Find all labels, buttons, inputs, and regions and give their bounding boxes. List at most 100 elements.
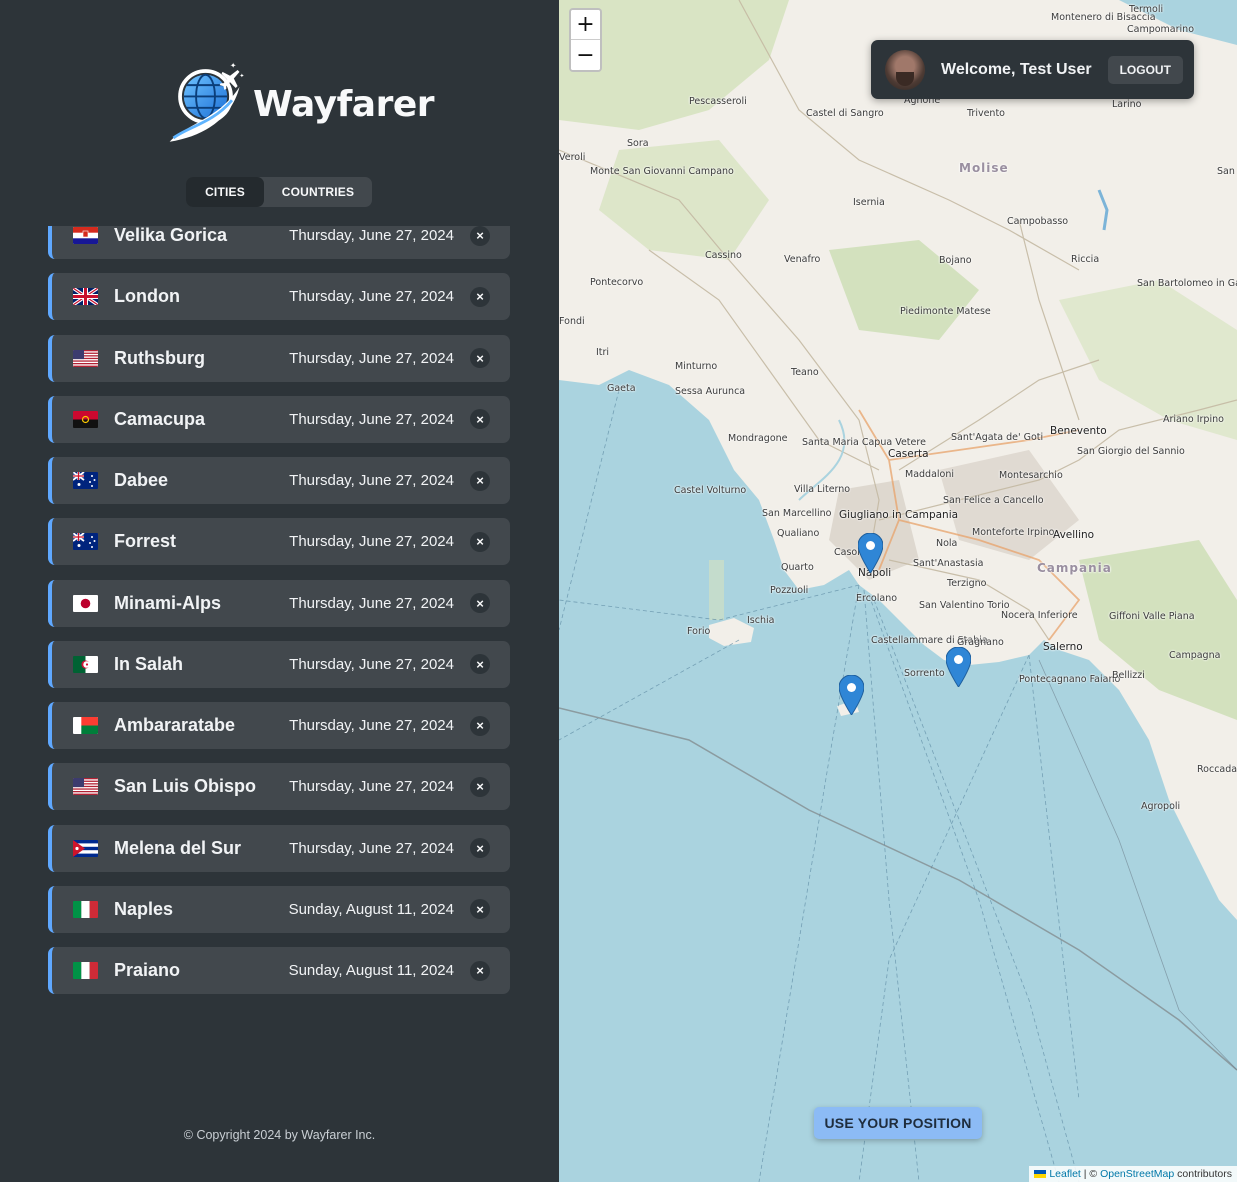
map-place-label: Fondi [559, 316, 585, 327]
map-place-label: Piedimonte Matese [900, 306, 991, 317]
tab-countries[interactable]: COUNTRIES [264, 177, 372, 207]
delete-city-button[interactable]: × [470, 531, 490, 552]
delete-city-button[interactable]: × [470, 409, 490, 430]
flag-icon [73, 472, 98, 489]
map-place-label: Roccadaspide [1197, 764, 1237, 775]
city-date: Sunday, August 11, 2024 [288, 900, 454, 918]
city-item[interactable]: San Luis Obispo Thursday, June 27, 2024 × [48, 763, 510, 811]
city-name: Ruthsburg [114, 347, 205, 368]
city-date: Thursday, June 27, 2024 [289, 349, 454, 367]
flag-icon [73, 900, 98, 918]
map-place-label: Riccia [1071, 254, 1100, 265]
map-attribution: Leaflet | © OpenStreetMap contributors [1029, 1166, 1237, 1182]
map-place-label: Qualiano [777, 528, 820, 539]
globe-logo-icon: ✦ ✦ [169, 61, 244, 142]
city-name: Melena del Sur [114, 837, 242, 858]
map-place-label: Terzigno [947, 578, 987, 589]
delete-city-button[interactable]: × [470, 776, 490, 797]
flag-icon [73, 227, 98, 244]
tab-cities[interactable]: CITIES [186, 177, 264, 207]
city-name: London [114, 286, 180, 307]
city-item[interactable]: Praiano Sunday, August 11, 2024 × [48, 947, 510, 994]
map-place-label: Castel Volturno [674, 485, 747, 496]
city-item[interactable]: Velika Gorica Thursday, June 27, 2024 × [48, 226, 510, 259]
city-date: Thursday, June 27, 2024 [289, 839, 454, 857]
map-place-label: Benevento [1050, 425, 1107, 437]
flag-icon [73, 533, 98, 551]
flag-icon [73, 839, 98, 857]
city-item[interactable]: Camacupa Thursday, June 27, 2024 × [48, 395, 510, 443]
city-name: In Salah [114, 653, 184, 674]
city-item[interactable]: Naples Sunday, August 11, 2024 × [48, 885, 510, 933]
delete-city-button[interactable]: × [470, 348, 490, 368]
city-date: Thursday, June 27, 2024 [289, 288, 454, 306]
map-place-label: Larino [1112, 99, 1142, 110]
delete-city-button[interactable]: × [470, 899, 490, 920]
map-place-label: Campomarino [1127, 24, 1195, 35]
city-item[interactable]: Ruthsburg Thursday, June 27, 2024 × [48, 334, 510, 382]
city-item[interactable]: Ambararatabe Thursday, June 27, 2024 × [48, 702, 510, 749]
delete-city-button[interactable]: × [470, 838, 490, 858]
map-place-label: San Marcellino [762, 508, 832, 519]
city-item[interactable]: Dabee Thursday, June 27, 2024 × [48, 457, 510, 504]
city-date: Thursday, June 27, 2024 [289, 594, 454, 612]
flag-icon [73, 717, 98, 734]
city-list-viewport[interactable]: Velika Gorica Thursday, June 27, 2024 × Lon… [48, 226, 510, 1006]
map-place-label: Molise [959, 161, 1009, 175]
leaflet-link[interactable]: Leaflet [1049, 1168, 1081, 1180]
logout-button[interactable]: LOGOUT [1107, 55, 1183, 84]
map-place-label: Pontecagnano Faiano [1019, 674, 1121, 685]
city-date: Thursday, June 27, 2024 [289, 227, 454, 244]
map-place-label: Quarto [781, 562, 814, 573]
city-item[interactable]: In Salah Thursday, June 27, 2024 × [48, 640, 510, 688]
map-place-label: Sessa Aurunca [675, 386, 746, 397]
city-name: Minami-Alps [114, 592, 222, 613]
delete-city-button[interactable]: × [470, 960, 490, 981]
city-name: Praiano [114, 960, 181, 980]
map-place-label: Venafro [784, 254, 821, 265]
app-logo[interactable]: ✦ ✦ Wayfarer [164, 54, 434, 154]
map-marker-capri[interactable] [839, 675, 864, 715]
map-place-label: Monteforte Irpino [972, 527, 1055, 538]
map-marker-praiano[interactable] [946, 647, 971, 687]
user-card: Welcome, Test User LOGOUT [871, 40, 1194, 99]
map-place-label: Sorrento [904, 668, 945, 679]
city-date: Thursday, June 27, 2024 [289, 410, 454, 428]
delete-city-button[interactable]: × [470, 226, 490, 246]
map[interactable]: Termoli Montenero di Bisaccia Campomarino P… [559, 0, 1237, 1182]
zoom-in-button[interactable]: + [571, 10, 600, 40]
avatar [885, 49, 925, 90]
city-name: Velika Gorica [114, 226, 228, 245]
city-item[interactable]: Melena del Sur Thursday, June 27, 2024 × [48, 824, 510, 872]
zoom-out-button[interactable]: − [571, 40, 600, 70]
svg-text:✦: ✦ [239, 73, 244, 80]
map-place-label: Campagna [1169, 650, 1221, 661]
map-place-label: Bojano [939, 255, 972, 266]
map-place-label: Sant'Anastasia [913, 558, 984, 569]
map-place-label: Nocera Inferiore [1001, 610, 1078, 621]
map-pin-icon [839, 675, 864, 715]
city-date: Thursday, June 27, 2024 [289, 655, 454, 673]
map-place-label: Giffoni Valle Piana [1109, 611, 1195, 622]
delete-city-button[interactable]: × [470, 470, 490, 491]
map-place-label: Montenero di Bisaccia [1051, 12, 1156, 23]
map-place-label: Avellino [1053, 529, 1095, 541]
city-item[interactable]: Minami-Alps Thursday, June 27, 2024 × [48, 579, 510, 627]
app-name: Wayfarer [253, 83, 434, 125]
use-position-button[interactable]: USE YOUR POSITION [814, 1107, 982, 1139]
delete-city-button[interactable]: × [470, 715, 490, 736]
sidebar: ✦ ✦ Wayfarer CITIES COUNTRIES Velika Gor… [0, 0, 559, 1182]
flag-icon [73, 778, 98, 796]
attribution-separator: | © [1080, 1168, 1101, 1180]
map-place-label: San [1217, 166, 1235, 177]
delete-city-button[interactable]: × [470, 593, 490, 613]
city-item[interactable]: London Thursday, June 27, 2024 × [48, 273, 510, 321]
city-item[interactable]: Forrest Thursday, June 27, 2024 × [48, 518, 510, 566]
delete-city-button[interactable]: × [470, 286, 490, 307]
map-place-label: Pescasseroli [689, 96, 747, 107]
delete-city-button[interactable]: × [470, 654, 490, 675]
map-marker-naples[interactable] [858, 533, 883, 573]
map-place-label: Pontecorvo [590, 277, 644, 288]
map-place-label: Castel di Sangro [806, 108, 884, 119]
openstreetmap-link[interactable]: OpenStreetMap [1100, 1168, 1174, 1180]
